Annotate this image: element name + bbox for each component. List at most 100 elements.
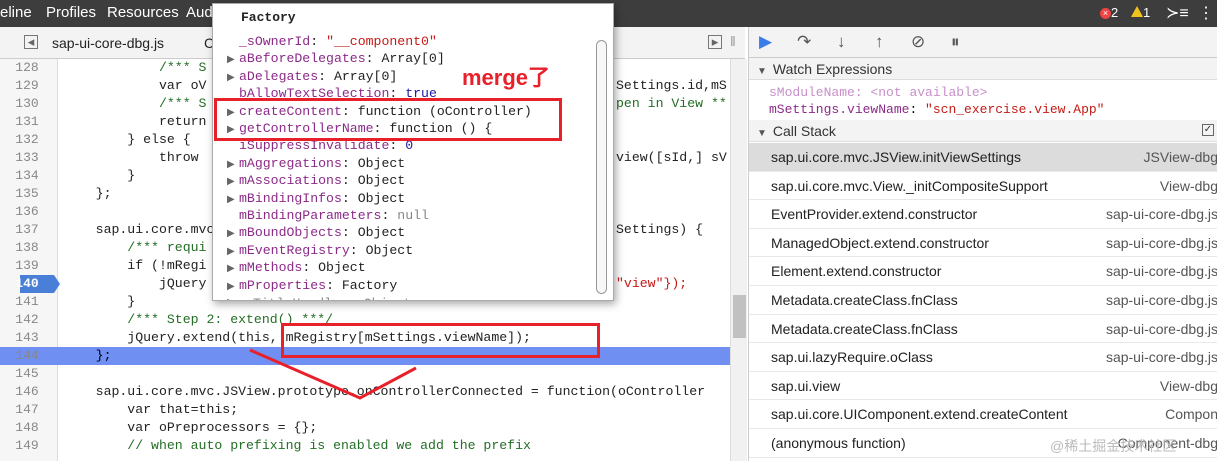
popover-scrollbar[interactable] xyxy=(596,40,607,294)
call-stack-frame[interactable]: Element.extend.constructor sap-ui-core-db… xyxy=(749,257,1217,286)
line-code: /*** S xyxy=(64,60,207,75)
popover-property-row[interactable]: ▶ mEventRegistry: Object xyxy=(227,242,413,259)
line-number[interactable]: 140 xyxy=(0,275,54,293)
call-stack-frame[interactable]: sap.ui.view View-dbg xyxy=(749,372,1217,401)
call-stack-frame[interactable]: sap.ui.core.mvc.View._initCompositeSuppo… xyxy=(749,172,1217,201)
line-number[interactable]: 142 xyxy=(0,311,54,329)
line-code: var oV xyxy=(64,78,207,93)
property-value: Object xyxy=(357,155,406,171)
object-inspector-popover[interactable]: Factory _sOwnerId: "__component0" ▶ aBefor… xyxy=(212,3,614,301)
step-into-icon[interactable]: ↓ xyxy=(837,32,846,52)
line-number[interactable]: 146 xyxy=(0,383,54,401)
code-line: 149 // when auto prefixing is enabled we… xyxy=(0,437,730,455)
call-stack-frame[interactable]: EventProvider.extend.constructor sap-ui-c… xyxy=(749,200,1217,229)
call-stack-header[interactable]: ▼ Call Stack ✓ xyxy=(749,120,1217,142)
watch-item[interactable]: sModuleName: <not available> xyxy=(769,85,987,100)
menu-profiles[interactable]: Profiles xyxy=(46,4,96,21)
frame-file[interactable]: sap-ui-core-dbg.js xyxy=(1106,315,1217,343)
line-number[interactable]: 147 xyxy=(0,401,54,419)
line-code: var oPreprocessors = {}; xyxy=(64,420,318,435)
watermark: @稀土掘金技术社区 xyxy=(1050,438,1177,454)
frame-file[interactable]: View-dbg xyxy=(1160,372,1217,400)
callstack-title: Call Stack xyxy=(772,123,836,139)
popover-property-row[interactable]: ▶ mAssociations: Object xyxy=(227,172,405,189)
property-key: mAssociations xyxy=(239,173,342,189)
frame-file[interactable]: Compon xyxy=(1165,400,1217,428)
pause-on-exceptions-icon[interactable]: ⏸ xyxy=(951,32,960,52)
line-number[interactable]: 136 xyxy=(0,203,54,221)
call-stack-frame[interactable]: ManagedObject.extend.constructor sap-ui-c… xyxy=(749,229,1217,258)
warning-badge[interactable]: 1 xyxy=(1131,5,1150,20)
deactivate-breakpoints-icon[interactable]: ⊘ xyxy=(911,32,925,52)
property-key: aBeforeDelegates xyxy=(239,51,366,67)
property-value: null xyxy=(397,208,429,223)
popover-property-row[interactable]: ▶ aDelegates: Array[0] xyxy=(227,68,397,85)
call-stack-frame[interactable]: sap.ui.lazyRequire.oClass sap-ui-core-dbg… xyxy=(749,343,1217,372)
watch-value: <not available> xyxy=(870,85,988,100)
property-value: "__component0" xyxy=(326,34,437,49)
line-number[interactable]: 134 xyxy=(0,167,54,185)
frame-file[interactable]: sap-ui-core-dbg.js xyxy=(1106,343,1217,371)
line-number[interactable]: 132 xyxy=(0,131,54,149)
frame-file[interactable]: sap-ui-core-dbg.js xyxy=(1106,200,1217,228)
line-number[interactable]: 139 xyxy=(0,257,54,275)
property-value: Object xyxy=(357,190,406,206)
line-number[interactable]: 138 xyxy=(0,239,54,257)
line-number[interactable]: 133 xyxy=(0,149,54,167)
popover-property-row[interactable]: ▶ mBindingInfos: Object xyxy=(227,190,405,207)
property-value: Object xyxy=(318,260,366,276)
popover-property-row[interactable]: ▶ mProperties: Factory xyxy=(227,277,397,294)
step-out-icon[interactable]: ↑ xyxy=(875,32,884,52)
call-stack-frame[interactable]: Metadata.createClass.fnClass sap-ui-core-… xyxy=(749,286,1217,315)
editor-scrollbar[interactable] xyxy=(730,59,747,461)
popover-property-row[interactable]: ▶ mMethods: Object xyxy=(227,259,366,276)
async-checkbox[interactable]: ✓ xyxy=(1202,124,1214,136)
toggle-navigator-icon[interactable]: ◂ xyxy=(24,35,38,49)
watch-expressions-header[interactable]: ▼ Watch Expressions xyxy=(749,58,1217,80)
file-tab[interactable]: sap-ui-core-dbg.js xyxy=(52,35,164,51)
line-number[interactable]: 130 xyxy=(0,95,54,113)
watch-item[interactable]: mSettings.viewName: "scn_exercise.view.A… xyxy=(769,102,1104,117)
frame-file[interactable]: View-dbg xyxy=(1160,172,1217,200)
resume-icon[interactable]: ▶︎ xyxy=(759,32,772,52)
frame-file[interactable]: JSView-dbg xyxy=(1144,143,1217,171)
property-key: mBindingParameters xyxy=(239,208,382,223)
menu-timeline[interactable]: eline xyxy=(0,4,32,21)
popover-property-row[interactable]: mBindingParameters: null xyxy=(227,207,429,224)
line-number[interactable]: 141 xyxy=(0,293,54,311)
line-number[interactable]: 128 xyxy=(0,59,54,77)
error-badge[interactable]: × 2 xyxy=(1100,5,1118,20)
menu-audits[interactable]: Aud xyxy=(186,4,213,21)
toggle-debugger-icon[interactable]: ▸ xyxy=(708,35,722,49)
menu-resources[interactable]: Resources xyxy=(107,4,179,21)
line-code: }; xyxy=(64,348,112,363)
popover-property-row[interactable]: ▶ mBoundObjects: Object xyxy=(227,224,405,241)
line-number[interactable]: 149 xyxy=(0,437,54,455)
popover-property-row[interactable]: _sOwnerId: "__component0" xyxy=(227,33,437,50)
line-number[interactable]: 144 xyxy=(0,347,54,365)
line-number[interactable]: 143 xyxy=(0,329,54,347)
frame-file[interactable]: sap-ui-core-dbg.js xyxy=(1106,257,1217,285)
line-number[interactable]: 148 xyxy=(0,419,54,437)
line-number[interactable]: 137 xyxy=(0,221,54,239)
line-number[interactable]: 145 xyxy=(0,365,54,383)
console-drawer-icon[interactable]: ≻≡ xyxy=(1166,3,1189,23)
popover-property-row[interactable]: ▶ aBeforeDelegates: Array[0] xyxy=(227,50,445,67)
call-stack-frame[interactable]: Metadata.createClass.fnClass sap-ui-core-… xyxy=(749,315,1217,344)
code-fragment: "view"}); xyxy=(616,276,688,291)
expand-arrow-icon[interactable]: ▶ xyxy=(227,279,239,296)
frame-file[interactable]: sap-ui-core-dbg.js xyxy=(1106,229,1217,257)
scrollbar-thumb[interactable] xyxy=(733,295,746,338)
code-fragment: view([sId,] sV xyxy=(616,150,727,165)
line-number[interactable]: 135 xyxy=(0,185,54,203)
frame-file[interactable]: sap-ui-core-dbg.js xyxy=(1106,286,1217,314)
popover-property-row[interactable]: ▶ mAggregations: Object xyxy=(227,155,405,172)
call-stack-frame[interactable]: sap.ui.core.UIComponent.extend.createCon… xyxy=(749,400,1217,429)
property-key: mEventRegistry xyxy=(239,242,350,258)
frame-function: Metadata.createClass.fnClass xyxy=(771,292,958,308)
line-number[interactable]: 131 xyxy=(0,113,54,131)
step-over-icon[interactable]: ↷ xyxy=(797,32,811,52)
call-stack-frame[interactable]: sap.ui.core.mvc.JSView.initViewSettings J… xyxy=(749,143,1217,172)
more-icon[interactable]: ⋮ xyxy=(1198,3,1214,23)
line-number[interactable]: 129 xyxy=(0,77,54,95)
